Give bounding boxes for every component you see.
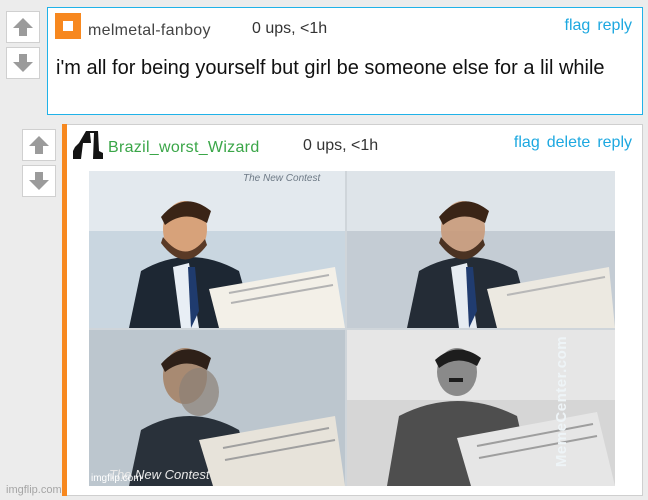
username-link[interactable]: melmetal-fanboy [88,22,211,40]
upvote-arrow-icon [13,18,33,36]
comment-melmetal-fanboy: melmetal-fanboy 0 ups, <1h flag reply i'… [47,7,643,115]
flag-link[interactable]: flag [565,17,591,35]
image-footer-watermark: imgflip.com [91,473,142,484]
comment-actions: flag reply [565,17,632,35]
black-silhouette-avatar-icon[interactable] [71,129,103,159]
orange-square-avatar-icon[interactable] [54,12,82,40]
vote-column-1 [6,11,40,79]
comment-header: melmetal-fanboy 0 ups, <1h flag reply [48,8,642,40]
flag-link[interactable]: flag [514,134,540,152]
comment-body: i'm all for being yourself but girl be s… [56,57,605,79]
downvote-arrow-icon [13,54,33,72]
delete-link[interactable]: delete [547,134,591,152]
comment-header: Brazil_worst_Wizard 0 ups, <1h flag dele… [67,125,642,159]
image-panel-bottom-left [89,330,345,486]
downvote-button[interactable] [22,165,56,197]
image-panel-top-left [89,171,345,328]
upvote-arrow-icon [29,136,49,154]
comment-image[interactable]: The New Contest The New Contest MemeCent… [89,171,615,486]
comment-actions: flag delete reply [514,134,632,152]
image-side-watermark: MemeCenter.com [552,335,570,468]
downvote-arrow-icon [29,172,49,190]
downvote-button[interactable] [6,47,40,79]
reply-link[interactable]: reply [597,134,632,152]
image-panel-bottom-right [347,330,615,486]
image-watermark-top: The New Contest [243,173,321,184]
upvote-button[interactable] [6,11,40,43]
imgflip-watermark: imgflip.com [6,484,62,496]
username-link[interactable]: Brazil_worst_Wizard [108,139,260,157]
reply-link[interactable]: reply [597,17,632,35]
vote-stats: 0 ups, <1h [303,137,379,154]
vote-column-2 [22,129,56,197]
upvote-button[interactable] [22,129,56,161]
vote-stats: 0 ups, <1h [252,20,328,37]
image-panel-top-right [347,171,615,328]
